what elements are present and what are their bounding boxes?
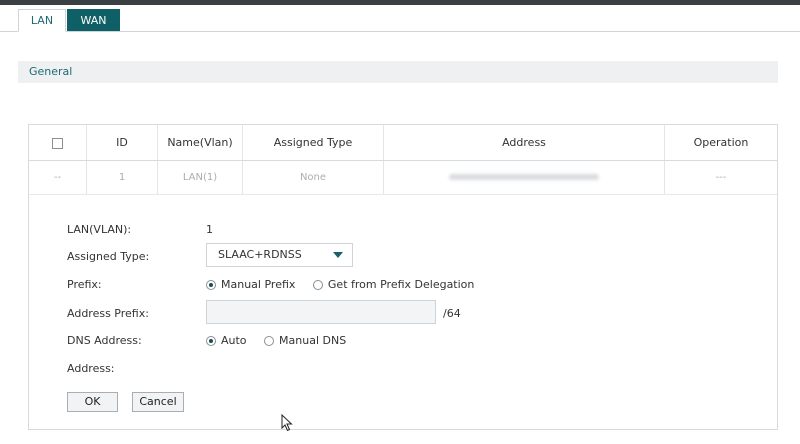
tab-lan[interactable]: LAN bbox=[18, 9, 66, 32]
tab-wan[interactable]: WAN bbox=[67, 9, 120, 31]
dns-address-label: DNS Address: bbox=[67, 334, 142, 347]
dns-radio-group: Auto Manual DNS bbox=[206, 333, 360, 347]
header-select-all bbox=[29, 125, 87, 160]
assigned-type-label: Assigned Type: bbox=[67, 250, 150, 263]
prefix-delegation-radio[interactable] bbox=[312, 279, 323, 290]
top-bar bbox=[0, 0, 800, 5]
select-all-checkbox[interactable] bbox=[52, 137, 63, 149]
prefix-label: Prefix: bbox=[67, 278, 102, 291]
address-label: Address: bbox=[67, 362, 115, 375]
address-prefix-input[interactable] bbox=[206, 300, 436, 324]
row-id: 1 bbox=[87, 161, 158, 194]
edit-form: LAN(VLAN): 1 Assigned Type: SLAAC+RDNSS … bbox=[29, 195, 777, 425]
row-assigned-type: None bbox=[243, 161, 384, 194]
header-assigned-type: Assigned Type bbox=[243, 125, 384, 160]
row-operation: --- bbox=[715, 172, 727, 183]
dns-auto-option[interactable]: Auto bbox=[206, 334, 247, 347]
dns-auto-label: Auto bbox=[221, 333, 247, 347]
lan-table: ID Name(Vlan) Assigned Type Address Oper… bbox=[28, 124, 778, 430]
row-name: LAN(1) bbox=[158, 161, 243, 194]
dns-manual-radio[interactable] bbox=[264, 335, 275, 346]
prefix-delegation-option[interactable]: Get from Prefix Delegation bbox=[312, 277, 475, 291]
dns-manual-label: Manual DNS bbox=[279, 333, 347, 347]
chevron-down-icon bbox=[333, 252, 343, 258]
prefix-manual-label: Manual Prefix bbox=[221, 277, 296, 291]
assigned-type-value: SLAAC+RDNSS bbox=[218, 248, 302, 261]
address-prefix-label: Address Prefix: bbox=[67, 307, 149, 320]
tab-bar: LAN WAN bbox=[0, 9, 800, 32]
header-address: Address bbox=[384, 125, 665, 160]
blurred-address bbox=[449, 174, 599, 180]
header-name: Name(Vlan) bbox=[158, 125, 243, 160]
address-prefix-suffix: /64 bbox=[443, 307, 461, 320]
header-operation: Operation bbox=[693, 136, 749, 149]
section-title: General bbox=[29, 65, 73, 78]
prefix-radio-group: Manual Prefix Get from Prefix Delegation bbox=[206, 277, 488, 291]
prefix-manual-option[interactable]: Manual Prefix bbox=[206, 278, 295, 291]
table-header: ID Name(Vlan) Assigned Type Address Oper… bbox=[29, 125, 777, 161]
row-address bbox=[384, 161, 665, 194]
dns-auto-radio[interactable] bbox=[206, 335, 216, 346]
cancel-button[interactable]: Cancel bbox=[132, 392, 184, 412]
lan-vlan-value: 1 bbox=[206, 223, 213, 236]
ok-button[interactable]: OK bbox=[67, 392, 118, 412]
prefix-delegation-label: Get from Prefix Delegation bbox=[327, 277, 475, 291]
assigned-type-select[interactable]: SLAAC+RDNSS bbox=[206, 243, 353, 267]
section-header: General bbox=[18, 61, 778, 83]
lan-vlan-label: LAN(VLAN): bbox=[67, 223, 132, 236]
prefix-manual-radio[interactable] bbox=[206, 279, 216, 290]
row-check: -- bbox=[29, 161, 87, 194]
table-row[interactable]: -- 1 LAN(1) None --- bbox=[29, 161, 777, 195]
header-id: ID bbox=[87, 125, 158, 160]
dns-manual-option[interactable]: Manual DNS bbox=[264, 334, 346, 347]
